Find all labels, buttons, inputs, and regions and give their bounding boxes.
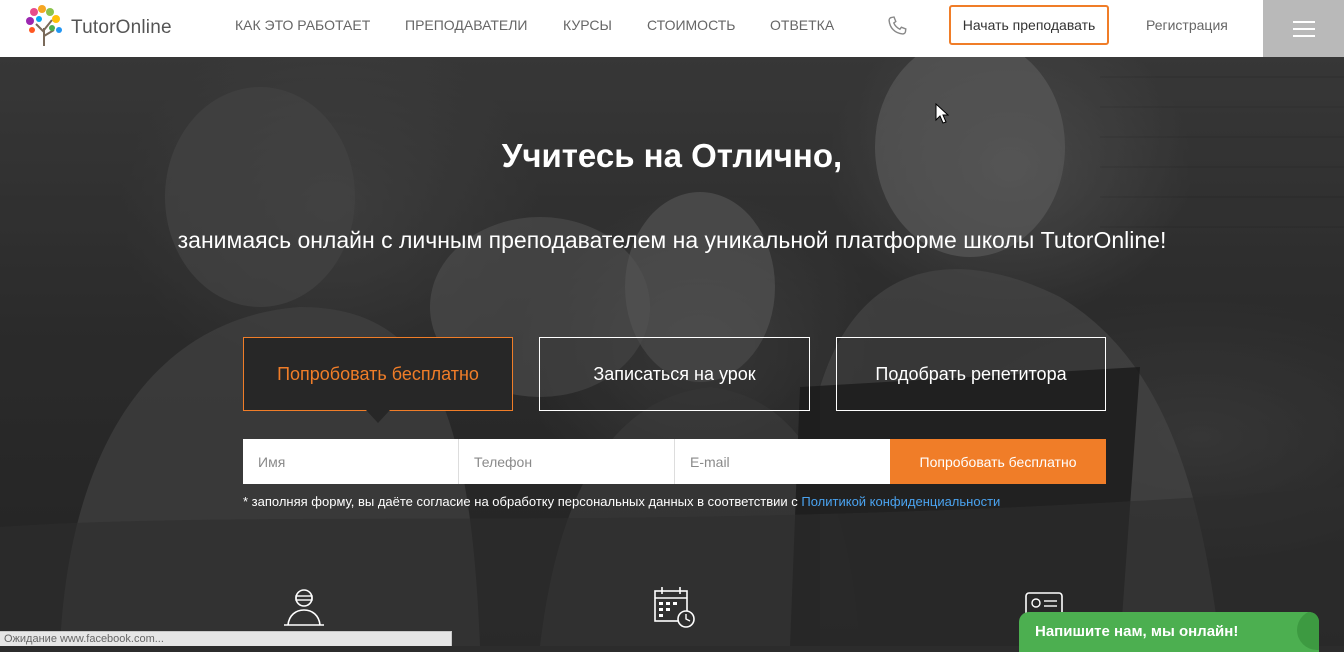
register-link[interactable]: Регистрация [1146,17,1228,33]
hero-subtitle: занимаясь онлайн с личным преподавателем… [177,227,1167,253]
hero-title: Учитесь на Отлично, [501,137,843,174]
tab-try-free[interactable]: Попробовать бесплатно [243,337,513,411]
tab-book-lesson[interactable]: Записаться на урок [539,337,810,411]
hamburger-menu-icon [1292,20,1315,37]
hero-section: Учитесь на Отлично, занимаясь онлайн с л… [0,57,1344,646]
consent-note: * заполняя форму, вы даёте согласие на о… [243,494,1000,509]
nav-courses[interactable]: КУРСЫ [563,17,612,33]
teacher-icon [284,589,324,626]
try-free-submit-button[interactable]: Попробовать бесплатно [890,439,1106,484]
nav-how-it-works[interactable]: КАК ЭТО РАБОТАЕТ [235,17,370,33]
chat-widget[interactable]: Напишите нам, мы онлайн! [1019,612,1319,652]
start-teaching-button[interactable]: Начать преподавать [949,5,1109,45]
nav-answers[interactable]: ОТВЕТКА [770,17,834,33]
phone-icon[interactable] [885,14,909,38]
calendar-clock-icon [654,587,695,628]
phone-input[interactable] [459,439,675,484]
tab-find-tutor[interactable]: Подобрать репетитора [836,337,1106,411]
nav-pricing[interactable]: СТОИМОСТЬ [647,17,735,33]
menu-button[interactable] [1263,0,1344,57]
site-header: TutorOnline КАК ЭТО РАБОТАЕТ ПРЕПОДАВАТЕ… [0,0,1344,57]
browser-status-bar: Ожидание www.facebook.com... [0,631,452,646]
chat-widget-label: Напишите нам, мы онлайн! [1035,623,1239,640]
logo[interactable]: TutorOnline [24,4,194,48]
name-input[interactable] [243,439,459,484]
signup-form: Попробовать бесплатно [243,439,1106,484]
email-input[interactable] [675,439,890,484]
mouse-cursor-icon [935,103,949,124]
privacy-policy-link[interactable]: Политикой конфиденциальности [801,494,1000,509]
chat-accent-shape [1297,612,1319,650]
consent-text: * заполняя форму, вы даёте согласие на о… [243,494,802,509]
logo-text: TutorOnline [71,17,172,38]
tree-logo-icon [26,5,62,46]
active-tab-pointer [366,410,390,423]
nav-teachers[interactable]: ПРЕПОДАВАТЕЛИ [405,17,527,33]
